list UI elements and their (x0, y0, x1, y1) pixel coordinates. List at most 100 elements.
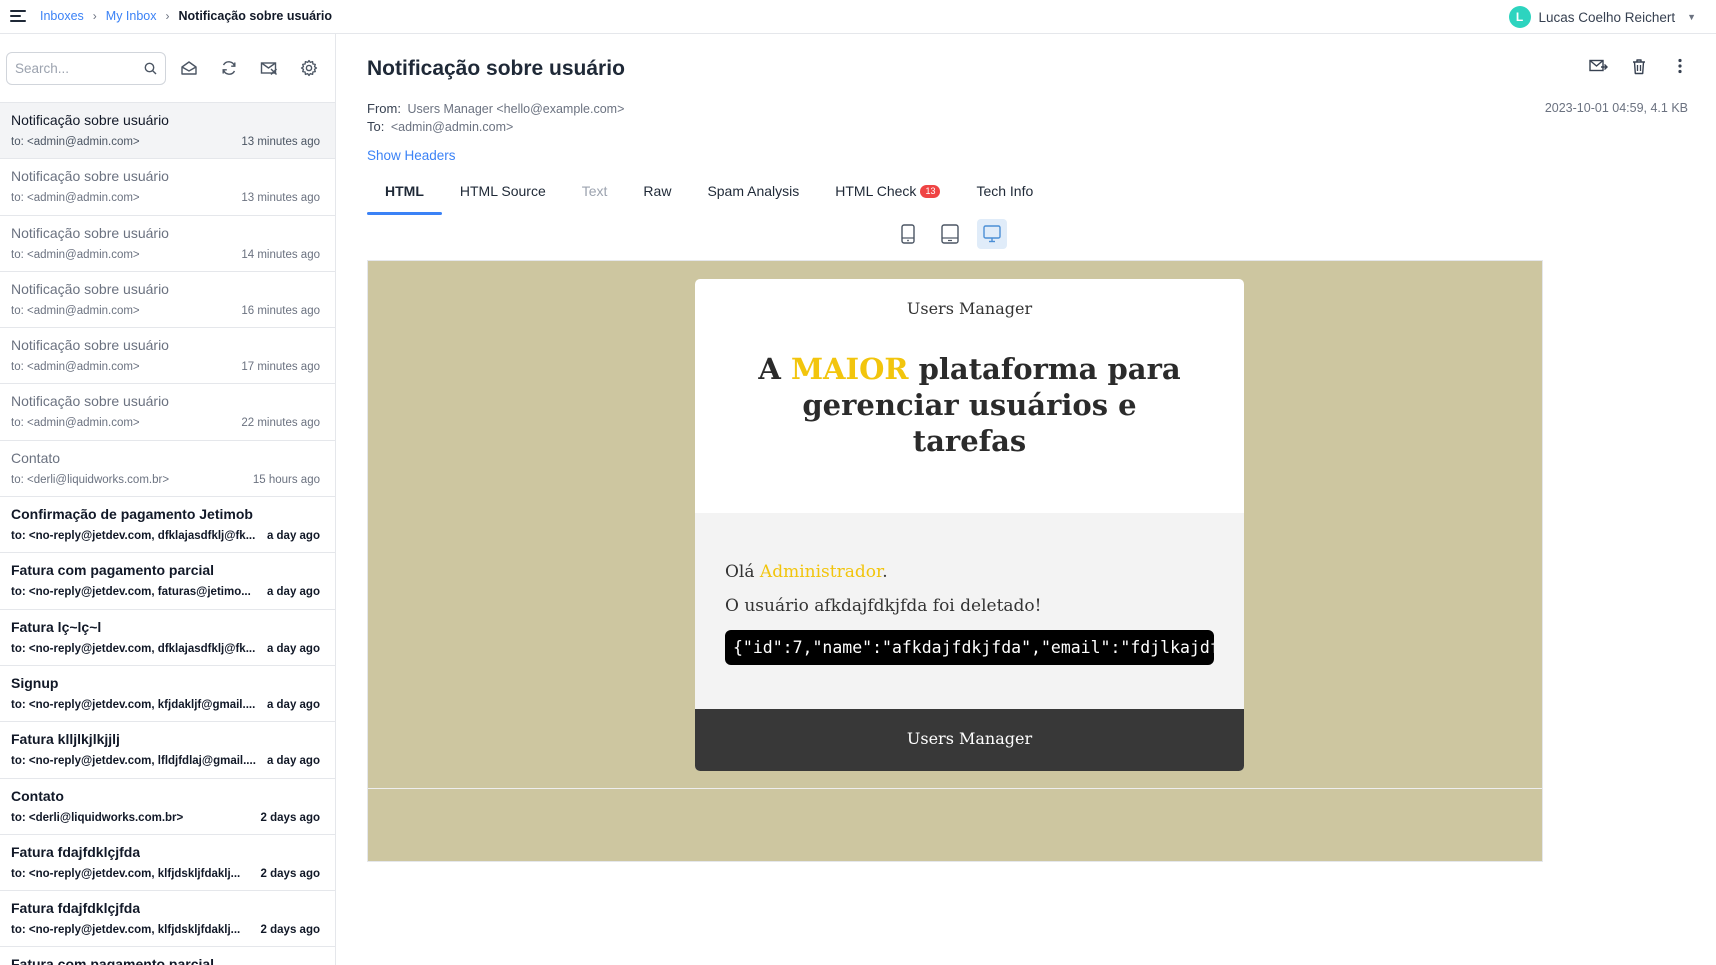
list-item[interactable]: Fatura com pagamento parcial to: <no-repl… (0, 553, 335, 610)
greeting-pre: Olá (725, 562, 760, 582)
search-box (6, 52, 166, 85)
breadcrumb-inboxes[interactable]: Inboxes (40, 9, 84, 23)
delete-all-icon[interactable] (260, 59, 278, 77)
headline-pre: A (758, 352, 791, 386)
tab-html[interactable]: HTML (367, 172, 442, 215)
message-item-time: 17 minutes ago (241, 361, 320, 374)
message-item-subject: Signup (11, 674, 59, 691)
user-name: Lucas Coelho Reichert (1538, 9, 1676, 25)
message-item-time: 14 minutes ago (241, 248, 320, 261)
message-item-subject: Confirmação de pagamento Jetimob (11, 506, 253, 523)
message-item-time: 2 days ago (260, 811, 320, 824)
chevron-right-icon: › (165, 9, 170, 23)
gear-icon[interactable] (300, 59, 318, 77)
message-item-time: a day ago (266, 530, 320, 543)
message-item-recipients: to: <no-reply@jetdev.com, faturas@jetimo… (11, 586, 251, 599)
list-item[interactable]: Fatura fdajfdklçjfda to: <no-reply@jetdev… (0, 891, 335, 948)
refresh-icon[interactable] (220, 59, 238, 77)
list-item[interactable]: Contato to: <derli@liquidworks.com.br> 15 … (0, 441, 335, 498)
preview-divider (368, 788, 1542, 789)
more-options-icon[interactable] (1670, 56, 1690, 76)
message-item-subject: Fatura klljlkjlkjjlj (11, 731, 120, 748)
message-item-recipients: to: <admin@admin.com> (11, 361, 140, 374)
search-icon[interactable] (144, 62, 157, 75)
message-item-subject: Fatura com pagamento parcial (11, 956, 215, 965)
message-actions (1588, 56, 1690, 76)
message-item-time: a day ago (266, 698, 320, 711)
greeting-post: . (882, 562, 888, 582)
message-item-recipients: to: <derli@liquidworks.com.br> (11, 811, 184, 824)
email-footer: Users Manager (695, 709, 1244, 771)
message-item-time: 2 days ago (260, 924, 320, 937)
chevron-down-icon: ▼ (1687, 12, 1696, 22)
list-item[interactable]: Fatura fdajfdklçjfda to: <no-reply@jetdev… (0, 835, 335, 892)
list-item[interactable]: Fatura com pagamento parcial (0, 947, 335, 965)
message-subject: Notificação sobre usuário (367, 57, 625, 80)
show-headers-link[interactable]: Show Headers (367, 148, 456, 163)
message-item-recipients: to: <no-reply@jetdev.com, lfldjfdlaj@gma… (11, 755, 256, 768)
list-item[interactable]: Fatura lç~lç~l to: <no-reply@jetdev.com, … (0, 610, 335, 666)
message-item-recipients: to: <no-reply@jetdev.com, klfjdskljfdakl… (11, 924, 241, 937)
tablet-view-button[interactable] (935, 219, 965, 249)
email-greeting: Olá Administrador. (725, 562, 1214, 582)
html-check-count-badge: 13 (920, 185, 941, 198)
email-code-block: {"id":7,"name":"afkdajfdkjfda","email":"… (725, 630, 1214, 665)
message-item-time: 22 minutes ago (241, 417, 320, 430)
message-item-time: a day ago (266, 586, 320, 599)
release-icon[interactable] (1588, 56, 1608, 76)
tab-html-source[interactable]: HTML Source (442, 172, 564, 210)
trash-icon[interactable] (1629, 56, 1649, 76)
message-item-subject: Notificação sobre usuário (11, 393, 169, 410)
message-item-subject: Fatura lç~lç~l (11, 618, 102, 635)
top-bar: Inboxes › My Inbox › Notificação sobre u… (0, 0, 1716, 34)
message-item-subject: Fatura fdajfdklçjfda (11, 843, 141, 860)
list-toolbar (0, 34, 335, 103)
list-item[interactable]: Fatura klljlkjlkjjlj to: <no-reply@jetdev… (0, 722, 335, 779)
message-date-size: 2023-10-01 04:59, 4.1 KB (1544, 101, 1688, 115)
list-item[interactable]: Notificação sobre usuário to: <admin@admi… (0, 384, 335, 441)
message-item-subject: Notificação sobre usuário (11, 112, 169, 128)
breadcrumb: Inboxes › My Inbox › Notificação sobre u… (40, 9, 332, 23)
greeting-name: Administrador (759, 562, 883, 582)
message-item-recipients: to: <no-reply@jetdev.com, kfjdakljf@gmai… (11, 698, 256, 711)
tab-spam-analysis[interactable]: Spam Analysis (689, 172, 817, 210)
desktop-view-button[interactable] (977, 219, 1007, 249)
message-item-recipients: to: <admin@admin.com> (11, 192, 140, 205)
breadcrumb-current: Notificação sobre usuário (178, 9, 333, 23)
message-item-time: 15 hours ago (252, 473, 320, 486)
message-item-recipients: to: <admin@admin.com> (11, 248, 140, 261)
list-item[interactable]: Notificação sobre usuário to: <admin@admi… (0, 216, 335, 272)
avatar: L (1508, 6, 1531, 28)
mark-read-icon[interactable] (180, 59, 198, 77)
message-item-recipients: to: <admin@admin.com> (11, 417, 140, 430)
message-item-time: a day ago (266, 755, 320, 768)
tab-tech-info[interactable]: Tech Info (958, 172, 1051, 210)
breadcrumb-my-inbox[interactable]: My Inbox (106, 9, 157, 23)
list-item[interactable]: Notificação sobre usuário to: <admin@admi… (0, 103, 335, 160)
email-body: Olá Administrador. O usuário afkdajfdkjf… (695, 513, 1244, 709)
list-item[interactable]: Signup to: <no-reply@jetdev.com, kfjdaklj… (0, 666, 335, 723)
message-item-time: 16 minutes ago (241, 304, 320, 317)
list-item[interactable]: Notificação sobre usuário to: <admin@admi… (0, 328, 335, 385)
tab-html-check[interactable]: HTML Check 13 (817, 172, 958, 210)
search-input[interactable] (15, 61, 135, 76)
phone-icon (901, 224, 915, 244)
message-item-time: 13 minutes ago (241, 136, 320, 148)
chevron-right-icon: › (92, 9, 97, 23)
message-item-recipients: to: <admin@admin.com> (11, 136, 140, 148)
message-item-subject: Fatura com pagamento parcial (11, 562, 215, 579)
message-item-subject: Notificação sobre usuário (11, 168, 169, 185)
list-item[interactable]: Notificação sobre usuário to: <admin@admi… (0, 272, 335, 329)
phone-view-button[interactable] (893, 219, 923, 249)
menu-icon[interactable] (10, 10, 26, 22)
from-label: From: (367, 101, 401, 116)
message-item-recipients: to: <no-reply@jetdev.com, dfklajasdfklj@… (11, 642, 256, 655)
user-menu[interactable]: L Lucas Coelho Reichert ▼ (1508, 6, 1696, 28)
tab-text[interactable]: Text (564, 172, 626, 210)
tab-raw[interactable]: Raw (625, 172, 689, 210)
list-item[interactable]: Contato to: <derli@liquidworks.com.br> 2 d… (0, 779, 335, 835)
list-item[interactable]: Confirmação de pagamento Jetimob to: <no-… (0, 497, 335, 554)
message-list: Notificação sobre usuário to: <admin@admi… (0, 103, 335, 965)
list-item[interactable]: Notificação sobre usuário to: <admin@admi… (0, 159, 335, 216)
device-switcher (893, 219, 1007, 249)
